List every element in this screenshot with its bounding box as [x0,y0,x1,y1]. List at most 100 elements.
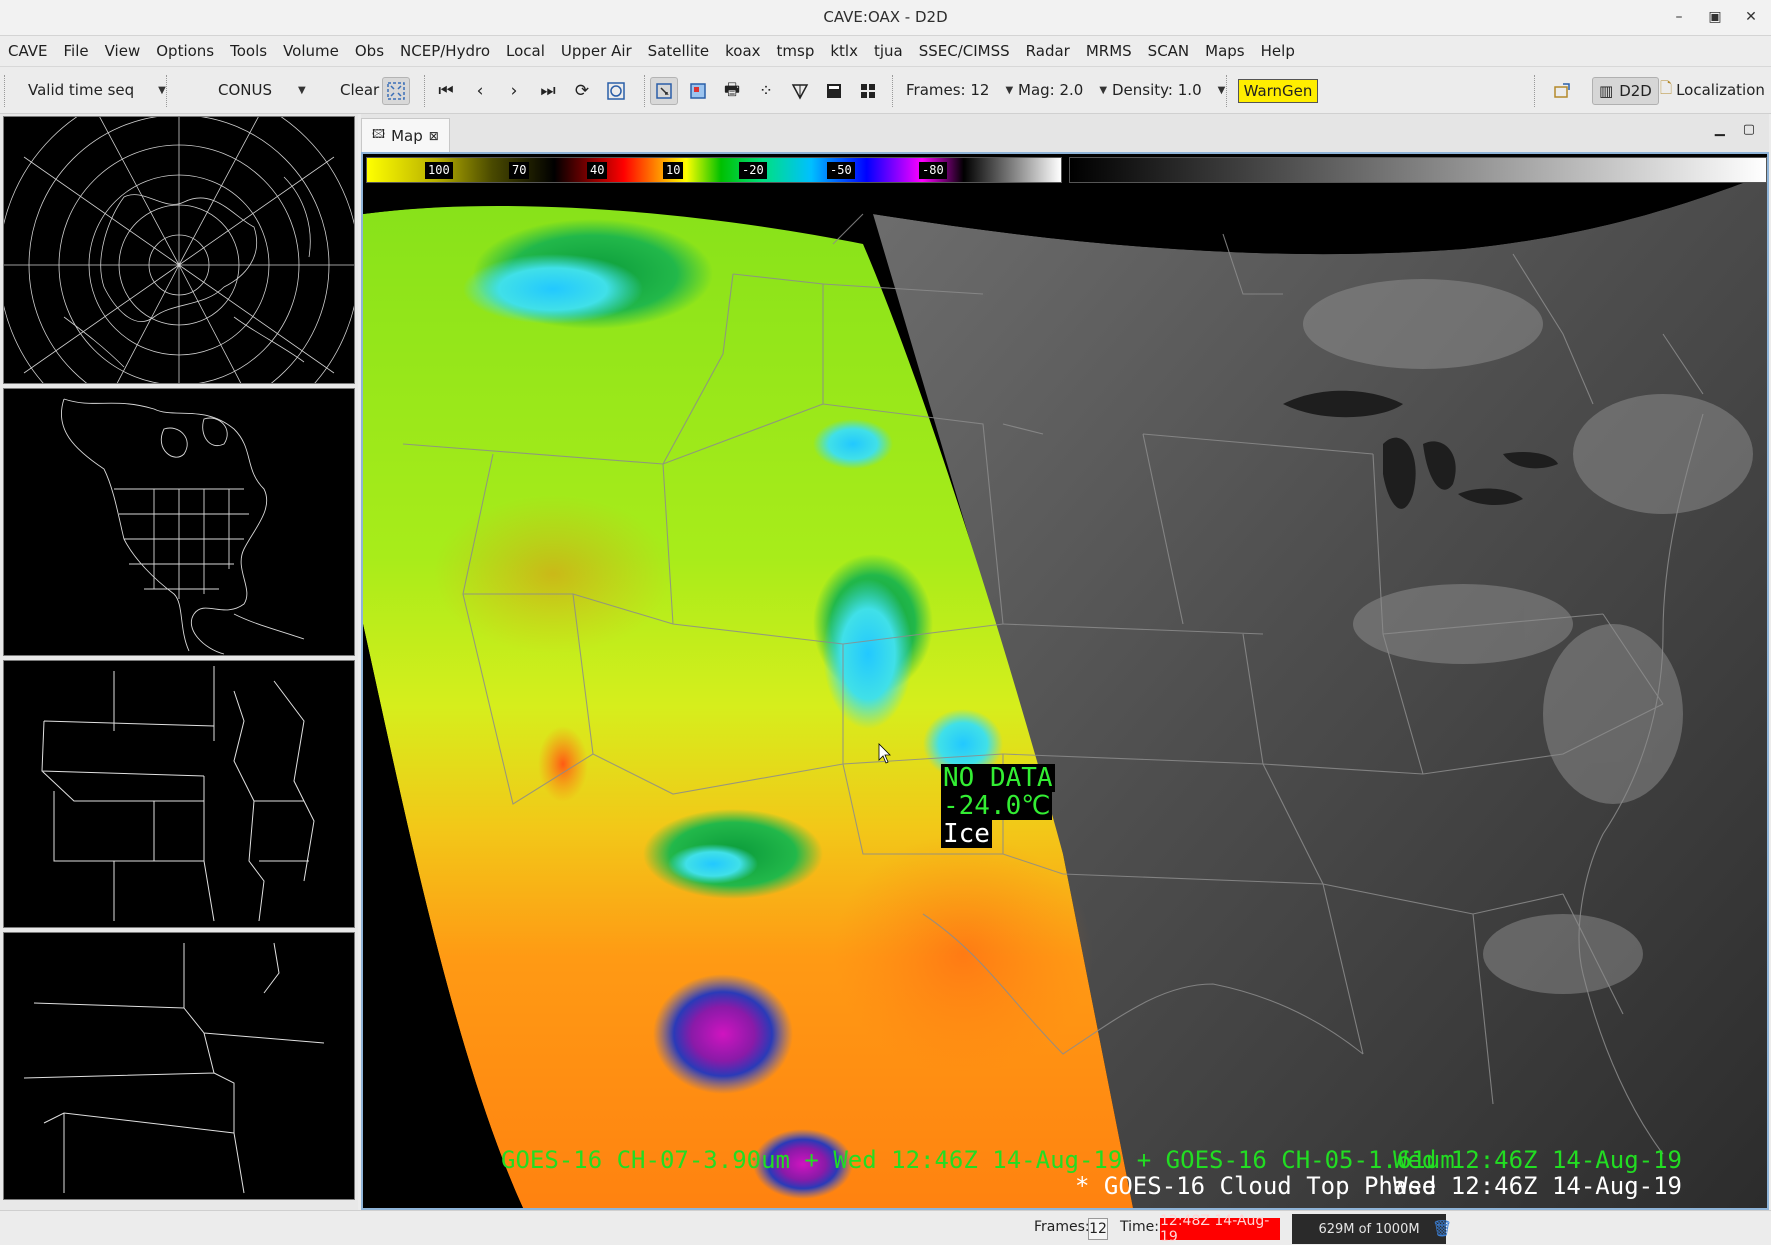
print-icon[interactable]: 🖶 [718,77,746,105]
window-controls: – ▣ ✕ [1669,6,1761,28]
clear-button[interactable]: Clear [340,75,379,105]
clear-label: Clear [340,81,380,99]
open-perspective-icon[interactable] [1548,77,1576,105]
localization-perspective-button[interactable]: 🗋 Localization [1660,75,1765,105]
menu-radar[interactable]: Radar [1018,42,1078,60]
menu-cave[interactable]: CAVE [0,42,56,60]
chevron-down-icon: ▼ [1217,84,1226,96]
menu-scan[interactable]: SCAN [1140,42,1197,60]
editor-controls: ▁ ▢ [1715,122,1755,137]
status-time-label: Time: [1120,1219,1159,1235]
side-pane-northern-hemisphere[interactable] [3,116,355,384]
image-properties-icon[interactable] [684,77,712,105]
density-dropdown[interactable]: Density: 1.0 ▼ [1112,75,1225,105]
d2d-perspective-button[interactable]: ▥ D2D [1592,77,1659,105]
maximize-editor-icon[interactable]: ▢ [1743,122,1755,137]
window-titlebar: CAVE:OAX - D2D – ▣ ✕ [0,0,1771,36]
previous-frame-icon[interactable]: ‹ [466,77,494,105]
four-panel-icon[interactable] [854,77,882,105]
tab-map[interactable]: 🖾 Map ⊠ [361,118,450,152]
colorbar-label: -50 [827,162,855,179]
menu-koax[interactable]: koax [717,42,768,60]
status-time-value: 12:48Z 14-Aug-19 [1160,1213,1280,1245]
colorbar-label: -80 [919,162,947,179]
localization-label: Localization [1676,81,1765,99]
time-options-icon[interactable] [602,77,630,105]
close-icon[interactable]: ✕ [1741,6,1761,28]
pan-icon[interactable] [650,77,678,105]
menu-view[interactable]: View [97,42,149,60]
sample-line-phase: Ice [941,819,992,849]
last-frame-icon[interactable]: ⏭ [534,77,562,105]
frames-dropdown[interactable]: Frames: 12 ▼ [906,75,1013,105]
close-tab-icon[interactable]: ⊠ [429,129,439,143]
d2d-label: D2D [1619,82,1652,100]
map-canvas[interactable]: 100 70 40 10 -20 -50 -80 NO DATA -24.0℃ … [361,152,1769,1210]
grayscale-colorbar [1069,157,1767,183]
sample-line-data: NO DATA [941,763,1055,793]
toolbar-separator [892,75,893,107]
loop-icon[interactable]: ⟳ [568,77,596,105]
window-title: CAVE:OAX - D2D [823,8,948,26]
menu-volume[interactable]: Volume [275,42,347,60]
mag-dropdown[interactable]: Mag: 2.0 ▼ [1018,75,1107,105]
colorbar-label: -20 [739,162,767,179]
menu-ktlx[interactable]: ktlx [822,42,866,60]
toolbar-separator [4,75,5,107]
menu-ncep-hydro[interactable]: NCEP/Hydro [392,42,498,60]
distance-tool-icon[interactable] [786,77,814,105]
minimize-editor-icon[interactable]: ▁ [1715,122,1725,137]
chevron-down-icon: ▼ [158,84,166,96]
side-pane-north-america[interactable] [3,388,355,656]
menu-tmsp[interactable]: tmsp [769,42,823,60]
warngen-button[interactable]: WarnGen [1238,79,1318,103]
menu-local[interactable]: Local [498,42,553,60]
map-editor: 🖾 Map ⊠ ▁ ▢ 100 70 40 10 -20 -50 -80 NO … [361,114,1769,1210]
first-frame-icon[interactable]: ⏮ [432,77,460,105]
editor-tab-bar: 🖾 Map ⊠ ▁ ▢ [361,114,1769,152]
toolbar-separator [166,75,167,107]
scale-label: CONUS [218,81,273,99]
time-mode-dropdown[interactable]: Valid time seq ▼ [28,75,166,105]
menu-maps[interactable]: Maps [1197,42,1252,60]
garbage-collect-icon[interactable]: 🗑 [1432,1219,1454,1241]
side-pane-regional[interactable] [3,660,355,928]
density-label: Density: 1.0 [1112,81,1202,99]
chevron-down-icon: ▼ [1005,84,1014,96]
status-bar: Frames: 12 Time: 12:48Z 14-Aug-19 629M o… [0,1210,1771,1245]
legend-goes16-channels[interactable]: GOES-16 CH-07-3.90um + Wed 12:46Z 14-Aug… [501,1146,1455,1174]
mag-label: Mag: 2.0 [1018,81,1084,99]
menu-ssec-cimss[interactable]: SSEC/CIMSS [911,42,1018,60]
scale-dropdown[interactable]: CONUS ▼ [218,75,306,105]
toolbar-separator [1534,75,1535,107]
toolbar-separator [1226,75,1227,107]
menu-upper-air[interactable]: Upper Air [553,42,640,60]
toolbar-separator [424,75,425,107]
menu-mrms[interactable]: MRMS [1078,42,1140,60]
sample-readout: NO DATA -24.0℃ Ice [941,764,1055,848]
menu-tools[interactable]: Tools [222,42,275,60]
memory-usage: 629M of 1000M [1292,1214,1446,1244]
chevron-down-icon: ▼ [298,84,306,96]
toolbar: Valid time seq ▼ CONUS ▼ Clear ⏮ ‹ › ⏭ ⟳… [0,66,1771,114]
legend-cloud-top-phase[interactable]: * GOES-16 Cloud Top Phase [1075,1172,1436,1200]
sample-points-icon[interactable]: ⁘ [752,77,780,105]
menu-options[interactable]: Options [148,42,222,60]
menu-file[interactable]: File [56,42,97,60]
colorbar-label: 40 [587,162,608,179]
colorbar: 100 70 40 10 -20 -50 -80 [366,157,1062,183]
menu-bar: CAVE File View Options Tools Volume Obs … [0,36,1771,66]
menu-obs[interactable]: Obs [347,42,392,60]
status-frames-label: Frames: [1034,1219,1090,1235]
single-panel-icon[interactable] [820,77,848,105]
next-frame-icon[interactable]: › [500,77,528,105]
minimize-icon[interactable]: – [1669,6,1689,28]
zoom-extent-icon[interactable] [382,77,410,105]
menu-help[interactable]: Help [1253,42,1303,60]
menu-tjua[interactable]: tjua [866,42,911,60]
maximize-icon[interactable]: ▣ [1705,6,1725,28]
side-pane-local[interactable] [3,932,355,1200]
chevron-down-icon: ▼ [1099,84,1108,96]
localization-icon: 🗋 [1660,78,1673,97]
menu-satellite[interactable]: Satellite [640,42,717,60]
